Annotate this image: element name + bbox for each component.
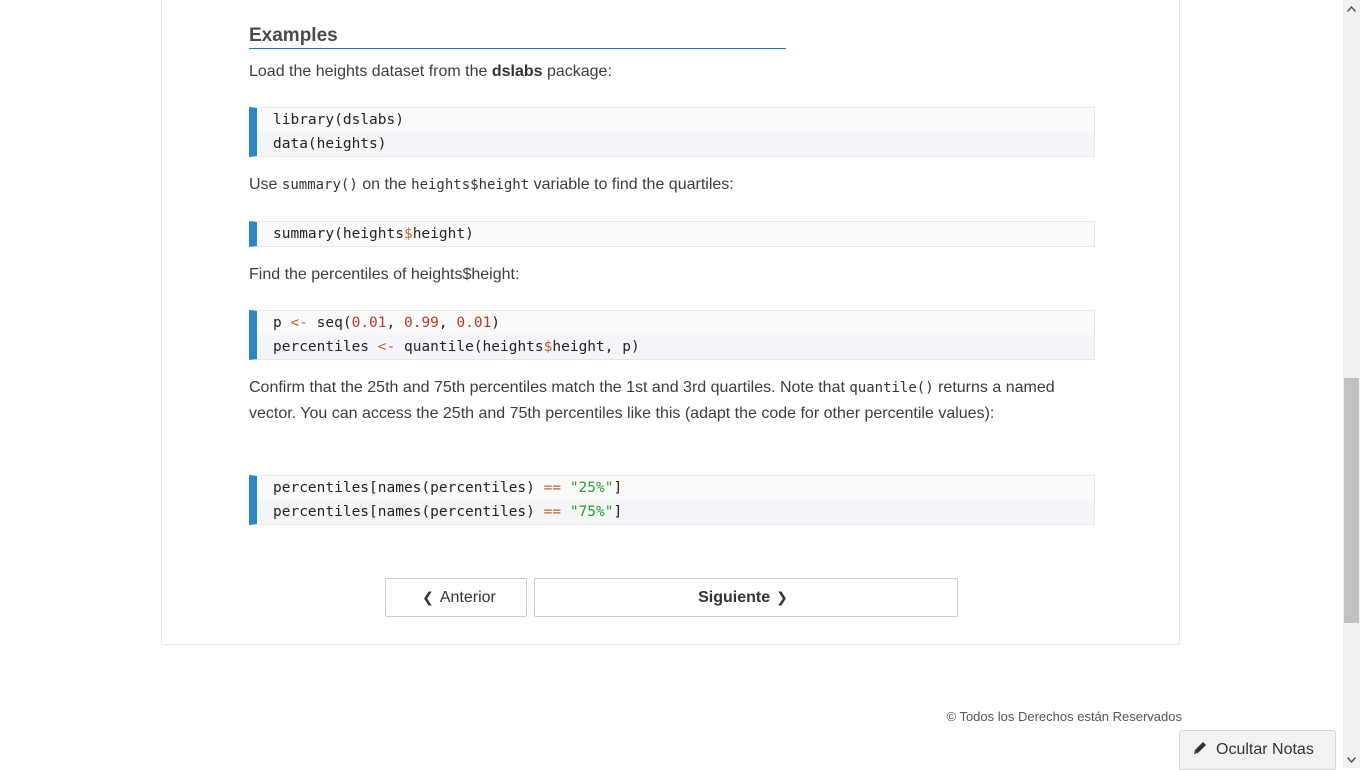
confirm-text-a: Confirm that the 25th and 75th percentil… xyxy=(249,379,850,396)
chevron-left-icon: ❮ xyxy=(422,589,434,605)
inline-code-summary: summary() xyxy=(281,177,358,193)
chevron-right-icon: ❯ xyxy=(776,589,788,605)
code-line: data(heights) xyxy=(257,132,1094,156)
code-block-named-vector: percentiles[names(percentiles) == "25%"]… xyxy=(249,475,1095,525)
code-line: percentiles <- quantile(heights$height, … xyxy=(257,335,1094,359)
next-button[interactable]: Siguiente ❯ xyxy=(534,578,958,617)
code-line: p <- seq(0.01, 0.99, 0.01) xyxy=(273,315,501,331)
intro-paragraph: Load the heights dataset from the dslabs… xyxy=(249,59,1095,85)
intro-text-post: package: xyxy=(542,63,612,80)
section-heading: Examples xyxy=(249,24,786,49)
summary-text-c: variable to find the quartiles: xyxy=(529,176,734,193)
vertical-scrollbar[interactable] xyxy=(1343,0,1360,768)
scroll-thumb[interactable] xyxy=(1344,378,1359,623)
pencil-icon xyxy=(1192,740,1216,761)
previous-button-label: Anterior xyxy=(439,588,496,606)
code-line: library(dslabs) xyxy=(273,112,404,128)
inline-code-heights-height: heights$height xyxy=(411,177,530,193)
summary-text-b: on the xyxy=(357,176,412,193)
copyright-icon: © xyxy=(946,709,957,724)
hide-notes-button[interactable]: Ocultar Notas xyxy=(1179,730,1336,770)
inline-code-quantile: quantile() xyxy=(849,380,934,396)
scroll-up-icon[interactable] xyxy=(1343,0,1360,17)
package-name: dslabs xyxy=(491,63,543,80)
intro-text-pre: Load the heights dataset from the xyxy=(249,63,492,80)
code-line: summary(heights$height) xyxy=(273,226,474,242)
code-block-load-data: library(dslabs) data(heights) xyxy=(249,107,1095,157)
summary-text-a: Use xyxy=(249,176,282,193)
scroll-down-icon[interactable] xyxy=(1343,751,1360,768)
summary-paragraph: Use summary() on the heights$height vari… xyxy=(249,172,1095,198)
footer-copyright: © Todos los Derechos están Reservados xyxy=(900,709,1182,724)
hide-notes-label: Ocultar Notas xyxy=(1216,741,1314,758)
code-block-percentiles: p <- seq(0.01, 0.99, 0.01) percentiles <-… xyxy=(249,310,1095,360)
confirm-paragraph: Confirm that the 25th and 75th percentil… xyxy=(249,375,1095,427)
code-block-summary: summary(heights$height) xyxy=(249,221,1095,247)
previous-button[interactable]: ❮ Anterior xyxy=(385,578,527,617)
code-line: percentiles[names(percentiles) == "25%"] xyxy=(273,480,623,496)
next-button-label: Siguiente xyxy=(698,588,771,606)
percentiles-paragraph: Find the percentiles of heights$height: xyxy=(249,266,520,283)
copyright-text: Todos los Derechos están Reservados xyxy=(959,709,1182,724)
code-line: percentiles[names(percentiles) == "75%"] xyxy=(257,500,1094,524)
